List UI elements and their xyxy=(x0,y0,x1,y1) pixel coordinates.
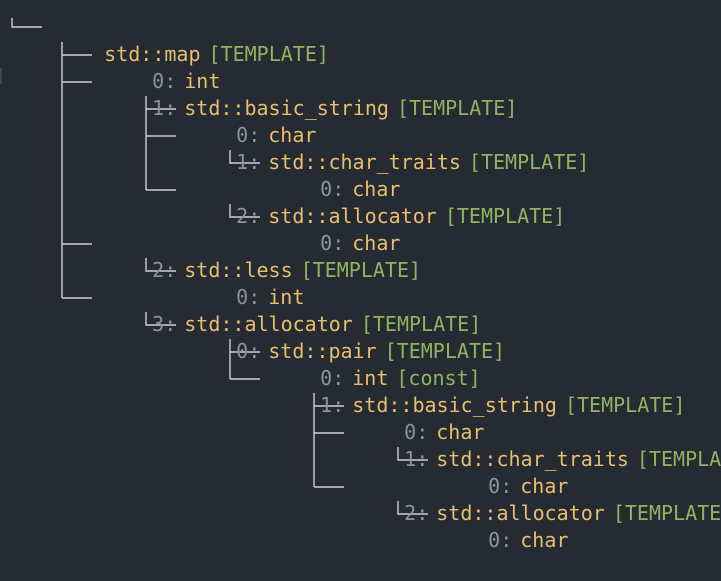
tree-node: 0: char xyxy=(440,446,568,498)
tree-connector xyxy=(11,18,42,28)
tree-node: 0: char xyxy=(272,203,400,255)
tree-node: 2:std::allocator[TEMPLATE] xyxy=(356,473,721,525)
template-tag: [TEMPLATE] xyxy=(564,393,686,417)
template-tag: [TEMPLATE] xyxy=(444,204,566,228)
tree-node: 0: int xyxy=(188,257,304,309)
tree-node: 0: int [const] xyxy=(272,338,481,390)
template-tag: [TEMPLATE] xyxy=(468,150,590,174)
tree-node: 3: std::allocator [TEMPLATE] xyxy=(104,284,481,336)
type-name: char xyxy=(520,528,569,552)
node-index: 2: xyxy=(152,258,177,282)
tree-node: 1:std::char_traits[TEMPLATE] xyxy=(188,122,589,174)
tree-node: 0: char xyxy=(440,500,568,552)
node-index: 1: xyxy=(236,150,261,174)
node-index: 1: xyxy=(320,393,345,417)
tree-node: 0: char xyxy=(356,392,484,444)
template-tag: [TEMPLATE] xyxy=(612,501,721,525)
tree-node: 1: std::basic_string [TEMPLATE] xyxy=(272,365,685,417)
node-index: 0: xyxy=(488,528,513,552)
tree-node: 1:std::char_traits[TEMPLATE] xyxy=(356,419,721,471)
tree-root: std::map [TEMPLATE] xyxy=(56,14,329,66)
template-tag: [TEMPLATE] xyxy=(636,447,721,471)
node-index: 1: xyxy=(152,96,177,120)
tree-node: 0: int xyxy=(104,41,220,93)
tree-node: 0: char xyxy=(272,149,400,201)
tree-node: 0: char xyxy=(188,95,316,147)
template-tag: [TEMPLATE] xyxy=(300,258,422,282)
node-index: 1: xyxy=(404,447,429,471)
node-index: 2: xyxy=(404,501,429,525)
node-index: 2: xyxy=(236,204,261,228)
template-tag: [TEMPLATE] xyxy=(208,42,329,66)
tree-node: 2: std::less [TEMPLATE] xyxy=(104,230,421,282)
node-index: 3: xyxy=(152,312,177,336)
node-index: 0: xyxy=(236,339,261,363)
terminal-output: std::map [TEMPLATE] 0: int 1: std::basic_st… xyxy=(0,0,721,552)
tree-node: 1: std::basic_string [TEMPLATE] xyxy=(104,68,517,120)
tree-node: 0: std::pair [TEMPLATE] xyxy=(188,311,505,363)
template-tag: [TEMPLATE] xyxy=(396,96,518,120)
gutter-marker xyxy=(0,68,2,84)
tree-node: 2:std::allocator[TEMPLATE] xyxy=(188,176,565,228)
